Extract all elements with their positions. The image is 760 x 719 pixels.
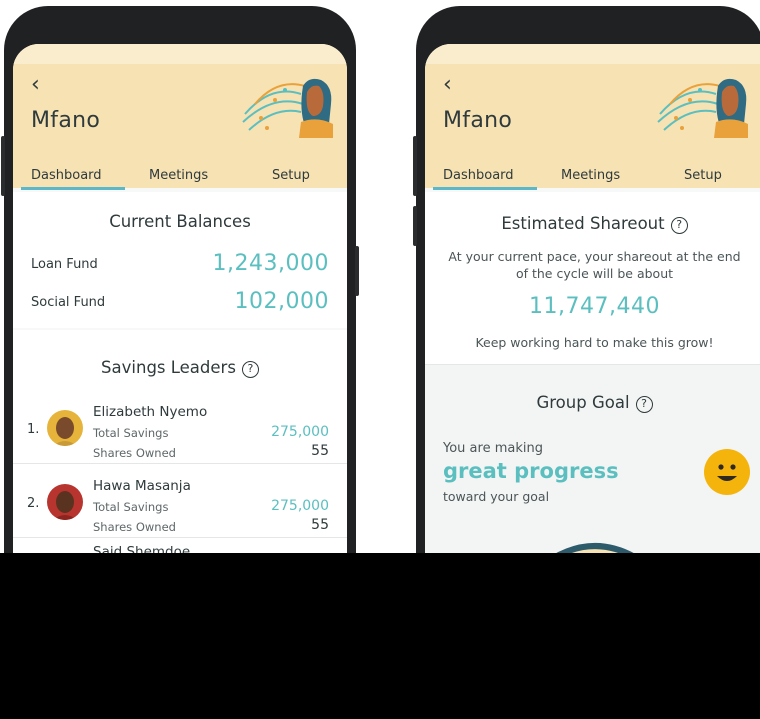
- tab-bar: Dashboard Meetings Setup: [425, 162, 760, 190]
- goal-section: Group Goal? You are making great progres…: [425, 364, 760, 566]
- leaders-heading-text: Savings Leaders: [101, 358, 236, 377]
- shareout-card: Estimated Shareout? At your current pace…: [425, 192, 760, 364]
- avatar: [47, 484, 83, 520]
- tab-dashboard[interactable]: Dashboard: [443, 168, 514, 183]
- tab-dashboard[interactable]: Dashboard: [31, 168, 102, 183]
- balances-heading: Current Balances: [109, 212, 251, 231]
- goal-intro: You are making: [443, 441, 543, 456]
- leader-name: Hawa Masanja: [93, 478, 191, 494]
- loan-fund-label: Loan Fund: [31, 257, 98, 272]
- total-savings-label: Total Savings: [93, 426, 169, 440]
- power-button: [355, 246, 359, 296]
- back-chevron-icon[interactable]: ‹: [31, 74, 40, 96]
- social-fund-value: 102,000: [234, 289, 329, 314]
- page-title: Mfano: [31, 108, 101, 133]
- tab-setup[interactable]: Setup: [684, 168, 722, 183]
- social-fund-label: Social Fund: [31, 295, 106, 310]
- header-illustration: [242, 78, 333, 138]
- leader-name: Elizabeth Nyemo: [93, 404, 208, 420]
- redaction-block: [0, 553, 760, 719]
- left-screen: ‹ Mfano Dashboard Meetings Setup Current…: [13, 44, 347, 566]
- shareout-heading-text: Estimated Shareout: [501, 214, 665, 233]
- avatar: [47, 410, 83, 446]
- goal-outro: toward your goal: [443, 489, 550, 504]
- shares-owned-value: 55: [311, 517, 329, 533]
- leaders-card: Savings Leaders? 1. Elizabeth Nyemo Tota…: [13, 330, 347, 566]
- help-circle-icon[interactable]: ?: [670, 217, 688, 234]
- volume-button: [413, 136, 417, 196]
- leaders-heading: Savings Leaders?: [13, 358, 347, 378]
- goal-highlight: great progress: [443, 459, 619, 483]
- shares-owned-label: Shares Owned: [93, 520, 176, 534]
- goal-heading-text: Group Goal: [536, 393, 630, 412]
- leader-rank: 1.: [27, 422, 40, 437]
- tab-setup[interactable]: Setup: [272, 168, 310, 183]
- back-chevron-icon[interactable]: ‹: [443, 74, 452, 96]
- shareout-heading: Estimated Shareout?: [425, 214, 760, 234]
- help-circle-icon[interactable]: ?: [241, 361, 259, 378]
- loan-fund-value: 1,243,000: [212, 251, 329, 276]
- page-title: Mfano: [443, 108, 513, 133]
- goal-heading: Group Goal?: [425, 393, 760, 413]
- shareout-value: 11,747,440: [529, 294, 660, 319]
- active-tab-indicator: [433, 187, 537, 190]
- total-savings-label: Total Savings: [93, 500, 169, 514]
- shares-owned-label: Shares Owned: [93, 446, 176, 460]
- shareout-encouragement: Keep working hard to make this grow!: [475, 335, 714, 350]
- balances-card: Current Balances Loan Fund 1,243,000 Soc…: [13, 192, 347, 328]
- shares-owned-value: 55: [311, 443, 329, 459]
- left-phone-frame: ‹ Mfano Dashboard Meetings Setup Current…: [1, 6, 359, 566]
- smiley-icon: [704, 449, 750, 495]
- tab-bar: Dashboard Meetings Setup: [13, 162, 347, 190]
- help-circle-icon[interactable]: ?: [635, 396, 653, 413]
- leader-row[interactable]: 1. Elizabeth Nyemo Total Savings 275,000…: [13, 392, 347, 464]
- volume-button: [1, 136, 5, 196]
- tab-meetings[interactable]: Meetings: [561, 168, 620, 183]
- total-savings-value: 275,000: [271, 424, 329, 440]
- leader-row[interactable]: 2. Hawa Masanja Total Savings 275,000 Sh…: [13, 466, 347, 538]
- active-tab-indicator: [21, 187, 125, 190]
- volume-button: [413, 206, 417, 246]
- total-savings-value: 275,000: [271, 498, 329, 514]
- shareout-description: At your current pace, your shareout at t…: [448, 249, 741, 281]
- right-phone-frame: ‹ Mfano Dashboard Meetings Setup Estimat…: [413, 6, 760, 566]
- tab-meetings[interactable]: Meetings: [149, 168, 208, 183]
- leader-rank: 2.: [27, 496, 40, 511]
- right-screen: ‹ Mfano Dashboard Meetings Setup Estimat…: [425, 44, 760, 566]
- header-illustration: [657, 78, 748, 138]
